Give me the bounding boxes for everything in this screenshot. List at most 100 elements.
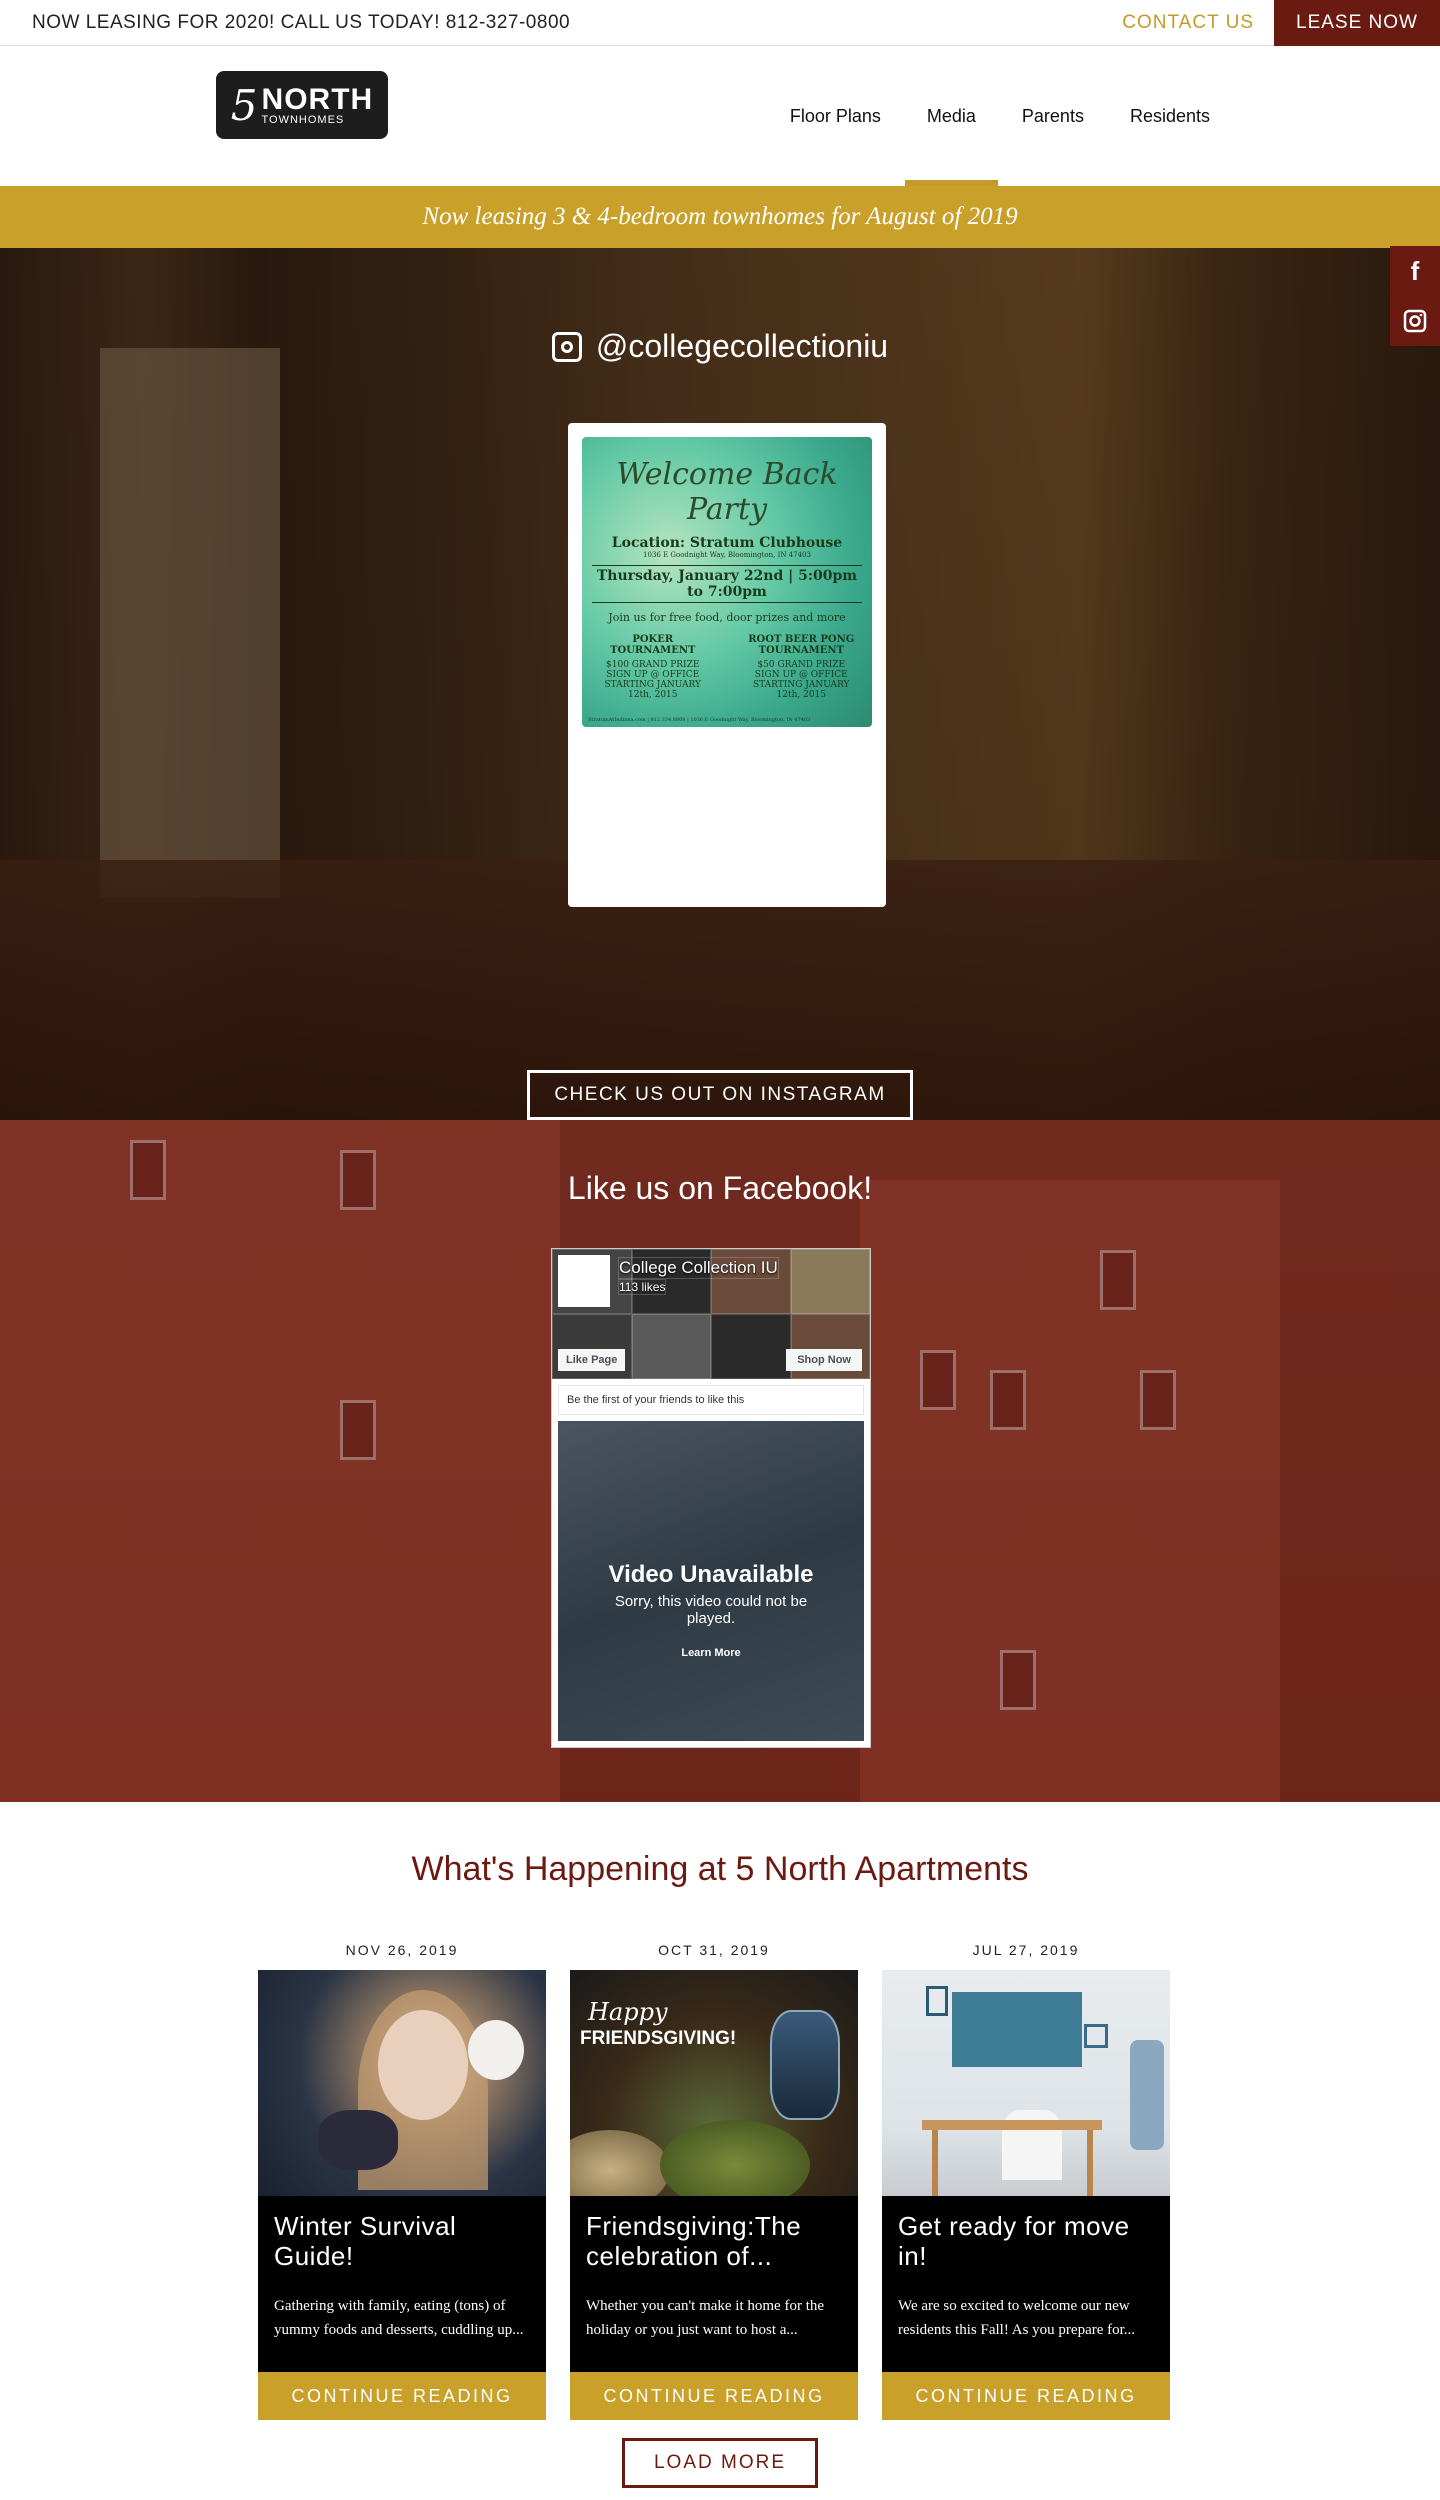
- news-date: JUL 27, 2019: [972, 1942, 1080, 1958]
- continue-reading-button[interactable]: CONTINUE READING: [570, 2372, 858, 2420]
- news-card-excerpt: Gathering with family, eating (tons) of …: [274, 2297, 524, 2338]
- facebook-friends-text: Be the first of your friends to like thi…: [558, 1385, 864, 1415]
- flyer-location: Location: Stratum Clubhouse: [611, 535, 843, 551]
- image-shape: [932, 2130, 938, 2196]
- news-card-title[interactable]: Winter Survival Guide!: [274, 2211, 530, 2272]
- instagram-handle[interactable]: @collegecollectioniu: [596, 328, 888, 365]
- news-title: What's Happening at 5 North Apartments: [411, 1850, 1029, 1888]
- nav-item-parents[interactable]: Parents: [1022, 46, 1084, 186]
- facebook-icon[interactable]: f: [1390, 246, 1440, 296]
- flyer-event-name: ROOT BEER PONG TOURNAMENT: [748, 634, 855, 656]
- instagram-section: @collegecollectioniu Welcome Back Party …: [0, 248, 1440, 1120]
- nav-item-media[interactable]: Media: [904, 46, 998, 186]
- top-announcement-bar: NOW LEASING FOR 2020! CALL US TODAY! 812…: [0, 0, 1440, 46]
- flyer-when: Thursday, January 22nd | 5:00pm to 7:00p…: [592, 565, 862, 603]
- flyer-event-prize: $50 GRAND PRIZE: [757, 660, 846, 670]
- logo-words: NORTH TOWNHOMES: [261, 82, 374, 126]
- instagram-post-image[interactable]: Welcome Back Party Location: Stratum Clu…: [582, 437, 872, 727]
- news-card-title[interactable]: Get ready for move in!: [898, 2211, 1154, 2272]
- image-text: FRIENDSGIVING!: [580, 2028, 737, 2049]
- announcement-text: NOW LEASING FOR 2020! CALL US TODAY! 812…: [32, 11, 571, 33]
- lease-now-button[interactable]: LEASE NOW: [1274, 0, 1440, 46]
- news-card[interactable]: JUL 27, 2019 Get ready for move in! We a…: [882, 1942, 1170, 2420]
- facebook-page-name[interactable]: College Collection IU: [618, 1257, 779, 1279]
- facebook-video[interactable]: Video Unavailable Sorry, this video coul…: [558, 1421, 864, 1741]
- flyer-event: POKER TOURNAMENT $100 GRAND PRIZE SIGN U…: [592, 634, 714, 700]
- flyer-title: Welcome Back Party: [616, 457, 838, 527]
- instagram-button[interactable]: CHECK US OUT ON INSTAGRAM: [527, 1070, 913, 1120]
- facebook-page-widget[interactable]: College Collection IU 113 likes Like Pag…: [551, 1248, 871, 1748]
- news-card-title[interactable]: Friendsgiving:The celebration of...: [586, 2211, 842, 2272]
- news-card[interactable]: NOV 26, 2019 Winter Survival Guide! Gath…: [258, 1942, 546, 2420]
- facebook-page-avatar[interactable]: [558, 1255, 610, 1307]
- news-body: Winter Survival Guide! Gathering with fa…: [258, 2196, 546, 2372]
- image-shape: [318, 2110, 398, 2170]
- site-logo[interactable]: 5 NORTH TOWNHOMES: [216, 71, 388, 139]
- image-shape: [570, 2130, 670, 2196]
- background-building-left: [0, 1120, 560, 1802]
- nav-item-floor-plans[interactable]: Floor Plans: [790, 46, 881, 186]
- flyer-events: POKER TOURNAMENT $100 GRAND PRIZE SIGN U…: [592, 634, 862, 700]
- news-section: What's Happening at 5 North Apartments N…: [0, 1802, 1440, 2496]
- news-image[interactable]: [882, 1970, 1170, 2196]
- video-unavailable-subtitle: Sorry, this video could not be played.: [614, 1593, 808, 1627]
- side-social-bar: f: [1390, 246, 1440, 346]
- news-date: NOV 26, 2019: [345, 1942, 459, 1958]
- image-shape: [926, 1986, 948, 2016]
- facebook-cover[interactable]: College Collection IU 113 likes Like Pag…: [552, 1249, 870, 1379]
- flyer-footer: StratumAtIndiana.com | 812.334.8868 | 10…: [588, 717, 811, 723]
- news-cards: NOV 26, 2019 Winter Survival Guide! Gath…: [258, 1942, 1170, 2420]
- instagram-icon: [551, 331, 582, 362]
- logo-sub: TOWNHOMES: [261, 113, 345, 126]
- news-image[interactable]: [258, 1970, 546, 2196]
- news-card-excerpt: Whether you can't make it home for the h…: [586, 2297, 825, 2338]
- load-more-button[interactable]: LOAD MORE: [622, 2438, 818, 2488]
- facebook-section: Like us on Facebook! College Collection …: [0, 1120, 1440, 1802]
- news-image[interactable]: Happy FRIENDSGIVING!: [570, 1970, 858, 2196]
- video-unavailable-title: Video Unavailable: [608, 1561, 814, 1588]
- background-window: [920, 1350, 956, 1410]
- top-actions: CONTACT US LEASE NOW: [1102, 0, 1440, 46]
- facebook-likes-count: 113 likes: [618, 1279, 667, 1295]
- contact-us-link[interactable]: CONTACT US: [1102, 12, 1274, 34]
- image-shape: [378, 2010, 468, 2120]
- flyer-invite: Join us for free food, door prizes and m…: [608, 611, 846, 624]
- background-door: [100, 348, 280, 898]
- video-learn-more-link[interactable]: Learn More: [558, 1647, 864, 1659]
- facebook-shop-button[interactable]: Shop Now: [786, 1349, 862, 1371]
- news-body: Friendsgiving:The celebration of... Whet…: [570, 2196, 858, 2372]
- image-shape: [770, 2010, 840, 2120]
- background-window: [1140, 1370, 1176, 1430]
- banner-text: Now leasing 3 & 4-bedroom townhomes for …: [422, 203, 1018, 230]
- image-shape: [1087, 2130, 1093, 2196]
- flyer-event-signup: SIGN UP @ OFFICE STARTING JANUARY 12th, …: [604, 670, 701, 700]
- image-text: Happy: [588, 1998, 668, 2026]
- nav-item-residents[interactable]: Residents: [1130, 46, 1210, 186]
- background-building-right: [860, 1180, 1280, 1802]
- logo-word: NORTH: [261, 82, 374, 116]
- news-card-excerpt: We are so excited to welcome our new res…: [898, 2297, 1136, 2338]
- flyer-address: 1036 E Goodnight Way, Bloomington, IN 47…: [643, 551, 811, 559]
- flyer-event-signup: SIGN UP @ OFFICE STARTING JANUARY 12th, …: [752, 670, 850, 700]
- instagram-post-card[interactable]: Welcome Back Party Location: Stratum Clu…: [568, 423, 886, 907]
- image-shape: [468, 2020, 524, 2080]
- instagram-icon[interactable]: [1390, 296, 1440, 346]
- flyer-event-prize: $100 GRAND PRIZE: [606, 660, 700, 670]
- site-header: 5 NORTH TOWNHOMES Floor Plans Media Pare…: [0, 46, 1440, 186]
- background-window: [1100, 1250, 1136, 1310]
- news-body: Get ready for move in! We are so excited…: [882, 2196, 1170, 2372]
- continue-reading-button[interactable]: CONTINUE READING: [882, 2372, 1170, 2420]
- cover-tile: [631, 1314, 711, 1379]
- flyer-event-name: POKER TOURNAMENT: [610, 634, 696, 656]
- facebook-like-button[interactable]: Like Page: [558, 1349, 626, 1371]
- instagram-heading: @collegecollectioniu: [0, 328, 1440, 365]
- main-nav: Floor Plans Media Parents Residents: [744, 46, 1210, 186]
- news-card[interactable]: OCT 31, 2019 Happy FRIENDSGIVING! Friend…: [570, 1942, 858, 2420]
- image-shape: [922, 2120, 1102, 2130]
- image-shape: [952, 1992, 1082, 2067]
- flyer-event: ROOT BEER PONG TOURNAMENT $50 GRAND PRIZ…: [741, 634, 863, 700]
- background-window: [990, 1370, 1026, 1430]
- logo-number: 5: [230, 80, 258, 130]
- continue-reading-button[interactable]: CONTINUE READING: [258, 2372, 546, 2420]
- cover-tile: [711, 1314, 791, 1379]
